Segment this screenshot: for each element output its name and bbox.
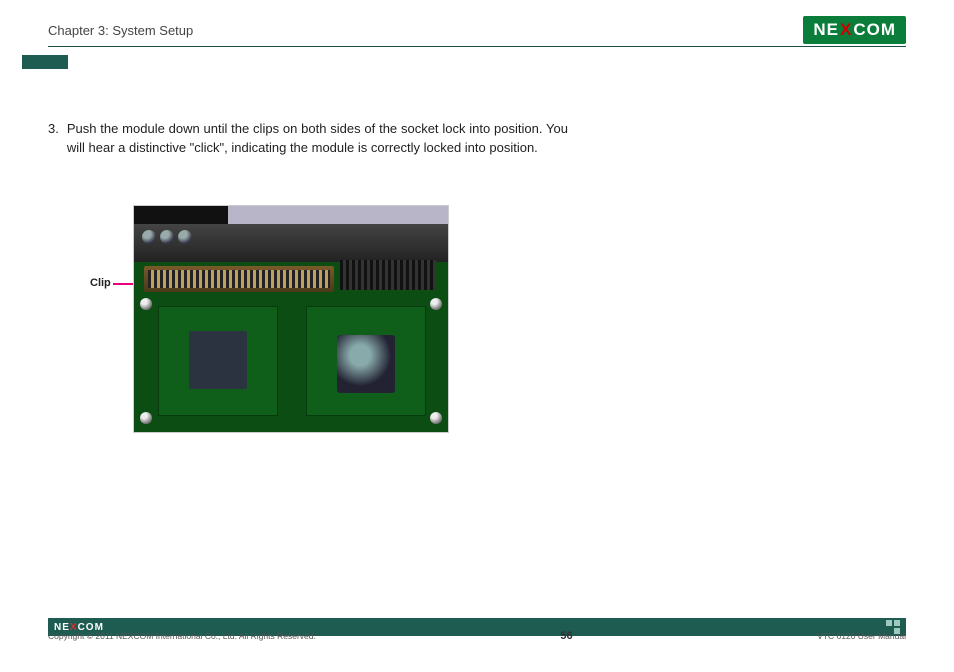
step-number: 3. [48,120,59,158]
clip-callout-label: Clip [90,277,111,289]
cpu-icon [306,306,426,416]
motherboard-photo [133,205,449,433]
heatsink-icon [340,260,436,290]
clip-callout-line [113,283,133,285]
instruction-step: 3. Push the module down until the clips … [48,120,568,158]
brand-text-left: NE [813,20,839,40]
chapter-title: Chapter 3: System Setup [48,23,193,38]
content-block: 3. Push the module down until the clips … [48,120,568,158]
header-rule [48,46,906,47]
chip-icon [158,306,278,416]
copyright-text: Copyright © 2011 NEXCOM International Co… [48,631,316,641]
footer-line: Copyright © 2011 NEXCOM International Co… [48,630,906,642]
side-tab-decoration [22,55,68,69]
step-text: Push the module down until the clips on … [67,120,568,158]
ram-module-icon [144,266,334,292]
figure: Clip [90,205,449,433]
brand-x-icon: X [840,20,852,40]
brand-logo: NEXCOM [803,16,906,44]
brand-text-right: COM [853,20,896,40]
page-number: 56 [560,630,572,642]
doc-title: VTC 6120 User Manual [817,631,906,641]
page-header: Chapter 3: System Setup NEXCOM [48,16,906,44]
